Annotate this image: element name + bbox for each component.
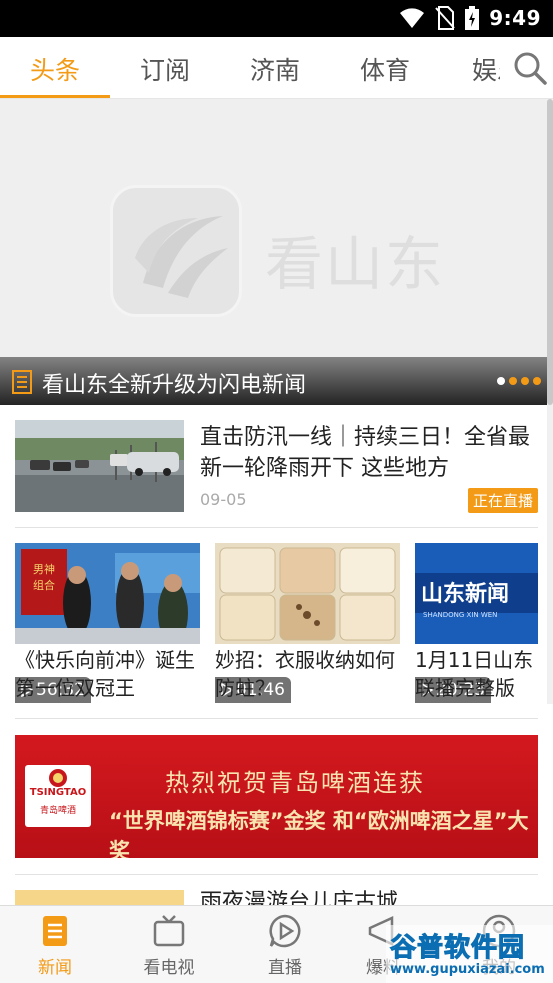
carousel-dot[interactable] bbox=[521, 377, 529, 385]
ad-banner[interactable]: TSINGTAO 青岛啤酒 热烈祝贺青岛啤酒连获 “世界啤酒锦标赛”金奖 和“欧… bbox=[15, 735, 538, 858]
video-thumbnail: 山东新闻 SHANDONG XIN WEN bbox=[415, 543, 538, 644]
lightning-logo-icon bbox=[135, 216, 228, 298]
ad-subline: “世界啤酒锦标赛”金奖 和“欧洲啤酒之星”大奖 bbox=[109, 809, 529, 858]
video-title: 1月11日山东联播完整版 bbox=[415, 648, 534, 700]
carousel-dot[interactable] bbox=[497, 377, 505, 385]
nav-label: 看电视 bbox=[143, 958, 195, 978]
battery-charging-icon bbox=[465, 6, 480, 30]
carousel-dot[interactable] bbox=[533, 377, 541, 385]
wifi-icon bbox=[400, 8, 425, 28]
nav-news[interactable]: 新闻 bbox=[0, 914, 110, 978]
tab-jinan[interactable]: 济南 bbox=[220, 51, 330, 87]
ad-brand-sub: 青岛啤酒 bbox=[39, 806, 76, 816]
watermark-url: www.gupuxiazai.com bbox=[390, 962, 545, 977]
divider bbox=[15, 527, 538, 528]
video-thumb-text: 山东新闻 bbox=[421, 581, 509, 607]
live-play-icon bbox=[269, 914, 301, 948]
watermark: 谷普软件园 www.gupuxiazai.com bbox=[386, 925, 553, 983]
news-date: 09-05 bbox=[200, 490, 247, 509]
news-thumbnail bbox=[15, 420, 184, 512]
video-thumbnail bbox=[215, 543, 400, 644]
divider bbox=[15, 874, 538, 875]
banner-caption-bar: 看山东全新升级为闪电新闻 bbox=[0, 357, 547, 405]
video-card[interactable]: 01:46 妙招：衣服收纳如何防蛀？ bbox=[215, 543, 400, 703]
banner-logo-text: 看山东 bbox=[265, 230, 446, 298]
channel-tabs: 头条 订阅 济南 体育 娱乐 bbox=[0, 37, 553, 99]
banner-caption: 看山东全新升级为闪电新闻 bbox=[42, 373, 307, 398]
nav-watch-tv[interactable]: 看电视 bbox=[114, 914, 224, 978]
status-icons: 9:49 bbox=[399, 6, 541, 30]
tab-subscribe[interactable]: 订阅 bbox=[110, 51, 220, 87]
tab-sports[interactable]: 体育 bbox=[330, 51, 440, 87]
ad-headline: 热烈祝贺青岛啤酒连获 bbox=[165, 769, 425, 797]
nav-label: 新闻 bbox=[38, 958, 72, 978]
news-list-item[interactable]: 直击防汛一线｜持续三日！全省最新一轮降雨开下 这些地方 09-05 正在直播 bbox=[15, 420, 538, 513]
ad-brand: TSINGTAO bbox=[29, 787, 87, 798]
svg-text:组合: 组合 bbox=[33, 578, 55, 592]
clock: 9:49 bbox=[489, 6, 541, 30]
news-title: 直击防汛一线｜持续三日！全省最新一轮降雨开下 这些地方 bbox=[200, 425, 531, 481]
tv-icon bbox=[153, 915, 185, 947]
video-card[interactable]: 山东新闻 SHANDONG XIN WEN 20:23 1月11日山东联播完整版 bbox=[415, 543, 538, 703]
carousel-dots bbox=[497, 377, 541, 385]
brand-emblem-icon bbox=[49, 769, 67, 787]
nav-live[interactable]: 直播 bbox=[230, 914, 340, 978]
video-thumbnail: 男神 组合 bbox=[15, 543, 200, 644]
video-thumb-text: 男神 bbox=[33, 562, 55, 576]
video-card[interactable]: 男神 组合 56:32 《快乐向前冲》诞生第一位双冠王 bbox=[15, 543, 200, 703]
svg-text:SHANDONG XIN WEN: SHANDONG XIN WEN bbox=[423, 611, 497, 619]
video-title: 妙招：衣服收纳如何防蛀？ bbox=[215, 648, 395, 700]
article-icon bbox=[12, 370, 32, 394]
video-title: 《快乐向前冲》诞生第一位双冠王 bbox=[15, 648, 195, 700]
scrollbar-thumb[interactable] bbox=[547, 99, 553, 405]
tab-headlines[interactable]: 头条 bbox=[0, 51, 110, 87]
banner-carousel[interactable]: 看山东 看山东全新升级为闪电新闻 bbox=[0, 99, 547, 405]
no-sim-icon bbox=[435, 6, 455, 30]
status-bar: 9:49 bbox=[0, 0, 553, 37]
nav-label: 直播 bbox=[268, 958, 302, 978]
active-tab-indicator bbox=[0, 95, 110, 98]
watermark-text: 谷普软件园 bbox=[389, 933, 526, 964]
search-icon[interactable] bbox=[513, 51, 547, 85]
live-badge: 正在直播 bbox=[467, 488, 538, 513]
app-logo-placeholder bbox=[110, 185, 242, 317]
divider bbox=[15, 718, 538, 719]
news-icon bbox=[43, 916, 67, 946]
tsingtao-logo: TSINGTAO 青岛啤酒 bbox=[25, 765, 91, 827]
carousel-dot[interactable] bbox=[509, 377, 517, 385]
